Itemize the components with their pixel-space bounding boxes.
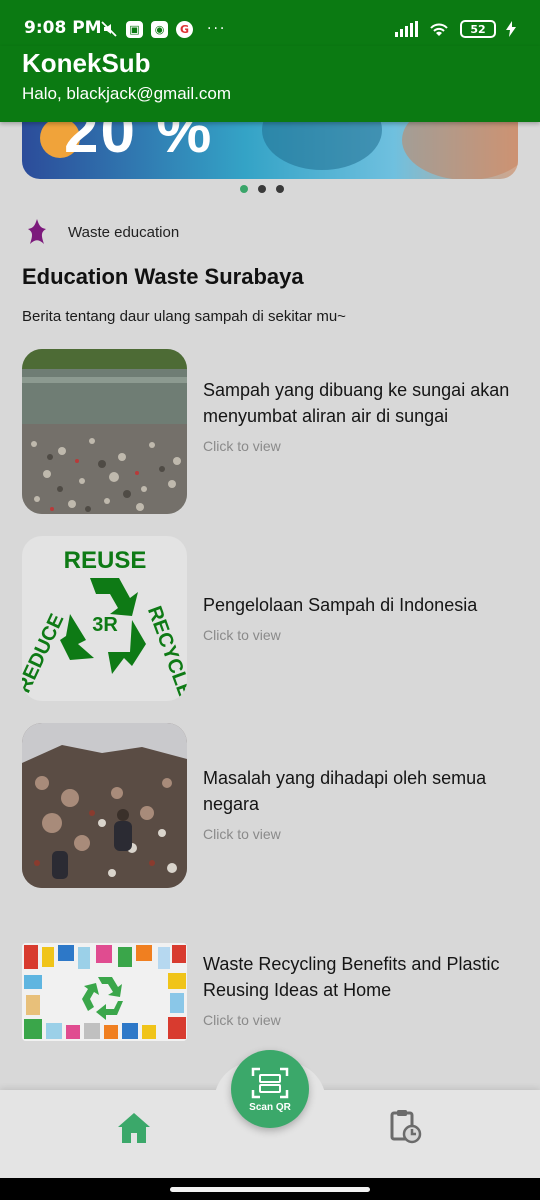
landfill-pickers-image — [22, 723, 187, 888]
carousel-dot-active[interactable] — [240, 185, 248, 193]
article-title: Pengelolaan Sampah di Indonesia — [203, 595, 478, 615]
article-cta[interactable]: Click to view — [203, 627, 518, 643]
signal-icon — [395, 21, 418, 37]
status-icons-left: ▣ ◉ G ··· — [100, 20, 226, 38]
article-item[interactable]: Waste Recycling Benefits and Plastic Reu… — [22, 943, 518, 1041]
article-text: Sampah yang dibuang ke sungai akan menyu… — [203, 377, 518, 454]
article-text: Masalah yang dihadapi oleh semua negara … — [203, 765, 518, 842]
scan-qr-label: Scan QR — [249, 1101, 291, 1113]
carousel-indicator — [240, 185, 284, 193]
article-cta[interactable]: Click to view — [203, 1012, 518, 1028]
user-greeting: Halo, blackjack@gmail.com — [22, 84, 232, 103]
logo-text-left: REDUCE — [22, 611, 68, 697]
status-time: 9:08 PM — [24, 18, 102, 38]
article-item[interactable]: Sampah yang dibuang ke sungai akan menyu… — [22, 349, 518, 514]
app-title: KonekSub — [22, 48, 151, 78]
clipboard-clock-icon[interactable] — [386, 1108, 422, 1144]
recycling-frame-image — [22, 943, 187, 1041]
river-trash-image — [22, 349, 187, 514]
logo-text-top: REUSE — [64, 547, 147, 574]
article-item[interactable]: Masalah yang dihadapi oleh semua negara … — [22, 723, 518, 888]
battery-icon: 52 — [460, 20, 496, 38]
section-heading: Education Waste Surabaya — [22, 264, 304, 289]
charging-icon — [506, 21, 516, 37]
gesture-handle[interactable] — [170, 1187, 370, 1192]
article-text: Pengelolaan Sampah di Indonesia Click to… — [203, 592, 518, 643]
gesture-bar-area — [0, 1178, 540, 1200]
article-title: Waste Recycling Benefits and Plastic Reu… — [203, 954, 500, 1000]
article-cta[interactable]: Click to view — [203, 826, 518, 842]
carousel-dot[interactable] — [276, 185, 284, 193]
home-icon[interactable] — [116, 1110, 152, 1146]
wifi-icon — [430, 23, 448, 36]
section-tag: Waste education — [22, 217, 179, 247]
google-icon: G — [176, 20, 193, 38]
battery-level: 52 — [470, 22, 486, 36]
logo-text-center: 3R — [92, 614, 118, 636]
section-description: Berita tentang daur ulang sampah di seki… — [22, 308, 346, 325]
reuse-reduce-recycle-logo: REUSE REDUCE RECYCLE 3R — [22, 536, 187, 701]
more-icon: ··· — [207, 21, 227, 37]
article-text: Waste Recycling Benefits and Plastic Reu… — [203, 951, 518, 1028]
article-item[interactable]: REUSE REDUCE RECYCLE 3R Pengelolaan Samp… — [22, 536, 518, 701]
star-icon — [28, 219, 46, 244]
logo-text-right: RECYCLE — [143, 603, 187, 700]
status-icons-right: 52 — [394, 20, 516, 38]
app-icon: ◉ — [151, 20, 168, 38]
qr-scan-icon — [251, 1067, 289, 1098]
mute-icon — [101, 21, 117, 37]
app-bar: KonekSub Halo, blackjack@gmail.com — [0, 46, 540, 122]
article-title: Masalah yang dihadapi oleh semua negara — [203, 768, 487, 814]
article-cta[interactable]: Click to view — [203, 438, 518, 454]
article-title: Sampah yang dibuang ke sungai akan menyu… — [203, 380, 510, 426]
section-tag-label: Waste education — [68, 223, 180, 241]
app-icon: ▣ — [126, 20, 143, 38]
status-bar: 9:08 PM ▣ ◉ G ··· 52 — [0, 0, 540, 46]
scan-qr-button[interactable]: Scan QR — [231, 1050, 309, 1128]
carousel-dot[interactable] — [258, 185, 266, 193]
